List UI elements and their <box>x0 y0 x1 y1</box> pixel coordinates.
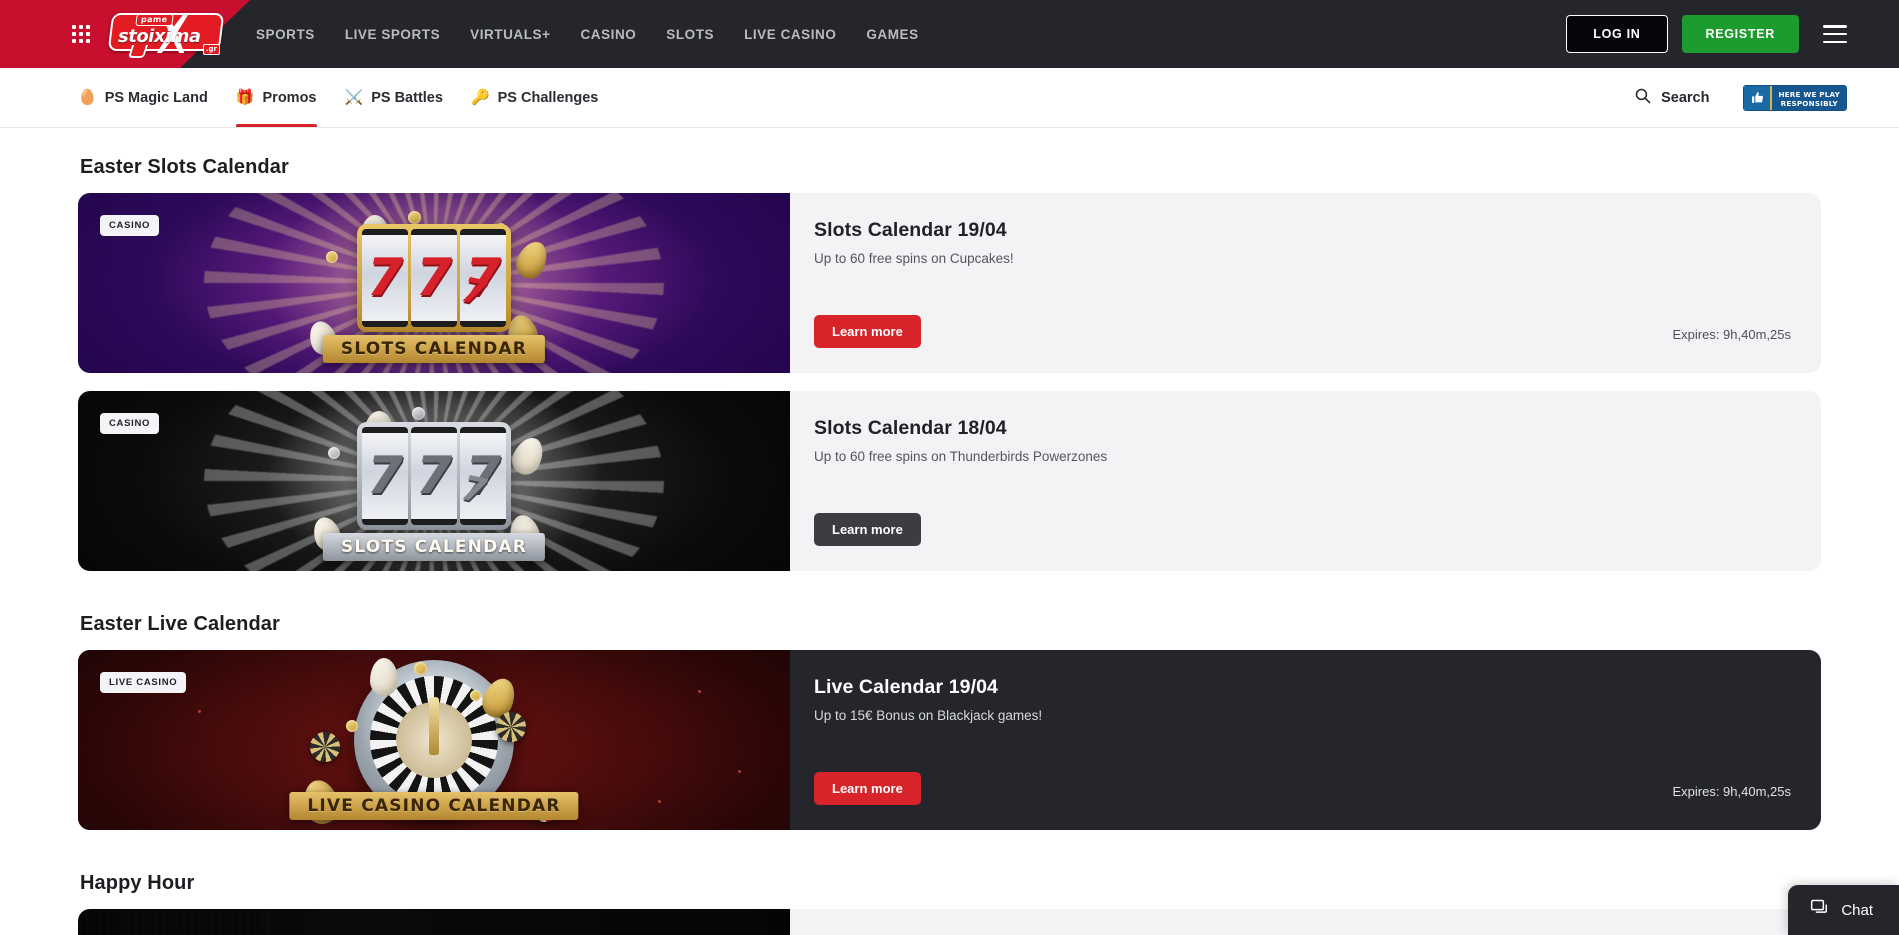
search-label: Search <box>1661 90 1709 106</box>
promo-title: Live Calendar 19/04 <box>814 676 1791 699</box>
promo-banner-image: 777 7 SLOTS CALENDAR CASINO <box>78 391 790 571</box>
search-button[interactable]: Search <box>1634 87 1709 108</box>
rg-line1: HERE WE PLAY <box>1778 90 1840 99</box>
key-icon: 🔑 <box>471 90 490 105</box>
promo-subtitle: Up to 60 free spins on Cupcakes! <box>814 251 1791 266</box>
subnav-label-ps-battles: PS Battles <box>371 90 443 106</box>
swords-icon: ⚔️ <box>345 90 364 105</box>
promo-card-slots-calendar-1804[interactable]: 777 7 SLOTS CALENDAR CASINO Slots Calend… <box>78 391 1821 571</box>
main-navigation: SPORTS LIVE SPORTS VIRTUALS+ CASINO SLOT… <box>256 27 919 42</box>
header-actions: LOG IN REGISTER <box>1566 15 1847 53</box>
section-title-happy-hour: Happy Hour <box>80 872 1821 895</box>
section-title-easter-slots-calendar: Easter Slots Calendar <box>80 156 1821 179</box>
subnav-label-promos: Promos <box>263 90 317 106</box>
promo-subtitle: Up to 15€ Bonus on Blackjack games! <box>814 708 1791 723</box>
promo-card-body: Slots Calendar 18/04 Up to 60 free spins… <box>790 391 1821 571</box>
promo-title: Slots Calendar 18/04 <box>814 417 1791 440</box>
promo-banner-image <box>78 909 790 935</box>
promo-card-body: Slots Calendar 19/04 Up to 60 free spins… <box>790 193 1821 373</box>
gift-icon: 🎁 <box>236 90 255 105</box>
chat-bubble-icon <box>1810 898 1830 922</box>
hamburger-menu-icon[interactable] <box>1823 25 1847 43</box>
nav-item-casino[interactable]: CASINO <box>580 27 636 42</box>
site-logo[interactable]: pame stoixima .gr <box>110 11 222 57</box>
learn-more-button[interactable]: Learn more <box>814 772 921 805</box>
promo-card-slots-calendar-1904[interactable]: 777 7 SLOTS CALENDAR CASINO Slots Calend… <box>78 193 1821 373</box>
learn-more-button[interactable]: Learn more <box>814 513 921 546</box>
responsible-gaming-text: HERE WE PLAY RESPONSIBLY <box>1772 86 1846 110</box>
promo-card-live-calendar-1904[interactable]: LIVE CASINO CALENDAR LIVE CASINO Live Ca… <box>78 650 1821 830</box>
promo-category-tag: CASINO <box>100 215 159 236</box>
logo-pame-text: pame <box>135 14 173 26</box>
nav-item-slots[interactable]: SLOTS <box>666 27 714 42</box>
section-title-easter-live-calendar: Easter Live Calendar <box>80 613 1821 636</box>
nav-item-live-sports[interactable]: LIVE SPORTS <box>345 27 440 42</box>
login-button[interactable]: LOG IN <box>1566 15 1667 53</box>
promo-card-body <box>790 909 1821 935</box>
chat-label: Chat <box>1841 902 1873 919</box>
apps-grid-icon[interactable] <box>72 25 90 43</box>
learn-more-button[interactable]: Learn more <box>814 315 921 348</box>
promo-card-body: Live Calendar 19/04 Up to 15€ Bonus on B… <box>790 650 1821 830</box>
egg-icon: 🥚 <box>78 90 97 105</box>
logo-stoixima-text: stoixima <box>118 26 201 47</box>
slot-machine-artwork: 777 7 SLOTS CALENDAR <box>78 391 790 571</box>
promo-title: Slots Calendar 19/04 <box>814 219 1791 242</box>
subnav-item-ps-magic-land[interactable]: 🥚 PS Magic Land <box>78 68 208 127</box>
nav-item-sports[interactable]: SPORTS <box>256 27 315 42</box>
secondary-navigation-bar: 🥚 PS Magic Land 🎁 Promos ⚔️ PS Battles 🔑… <box>0 68 1899 128</box>
top-header-bar: pame stoixima .gr SPORTS LIVE SPORTS VIR… <box>0 0 1899 68</box>
promo-category-tag: CASINO <box>100 413 159 434</box>
banner-plate-text: SLOTS CALENDAR <box>323 335 545 363</box>
promo-banner-image: 777 7 SLOTS CALENDAR CASINO <box>78 193 790 373</box>
subnav-item-promos[interactable]: 🎁 Promos <box>236 68 317 127</box>
thumbs-up-icon <box>1744 86 1772 110</box>
subnav-label-ps-magic-land: PS Magic Land <box>105 90 208 106</box>
promo-category-tag: LIVE CASINO <box>100 672 186 693</box>
promo-banner-image: LIVE CASINO CALENDAR LIVE CASINO <box>78 650 790 830</box>
responsible-gaming-badge[interactable]: HERE WE PLAY RESPONSIBLY <box>1743 85 1847 111</box>
logo-gr-text: .gr <box>203 44 220 55</box>
chat-widget-button[interactable]: Chat <box>1788 885 1899 935</box>
nav-item-virtuals[interactable]: VIRTUALS+ <box>470 27 550 42</box>
subnav-item-ps-battles[interactable]: ⚔️ PS Battles <box>345 68 443 127</box>
banner-plate-text: LIVE CASINO CALENDAR <box>289 792 578 820</box>
subnav-label-ps-challenges: PS Challenges <box>498 90 599 106</box>
subnav-item-ps-challenges[interactable]: 🔑 PS Challenges <box>471 68 598 127</box>
promotions-content: Easter Slots Calendar 777 7 SLOTS CALEND… <box>0 156 1899 935</box>
nav-item-games[interactable]: GAMES <box>866 27 918 42</box>
promo-card-happy-hour[interactable] <box>78 909 1821 935</box>
promo-subtitle: Up to 60 free spins on Thunderbirds Powe… <box>814 449 1791 464</box>
nav-item-live-casino[interactable]: LIVE CASINO <box>744 27 836 42</box>
slot-machine-artwork: 777 7 SLOTS CALENDAR <box>78 193 790 373</box>
search-icon <box>1634 87 1651 108</box>
rg-line2: RESPONSIBLY <box>1778 99 1840 108</box>
register-button[interactable]: REGISTER <box>1682 15 1800 53</box>
promo-expires-text: Expires: 9h,40m,25s <box>1672 327 1791 342</box>
promo-expires-text: Expires: 9h,40m,25s <box>1672 784 1791 799</box>
banner-plate-text: SLOTS CALENDAR <box>323 533 545 561</box>
happy-hour-artwork <box>78 909 790 935</box>
